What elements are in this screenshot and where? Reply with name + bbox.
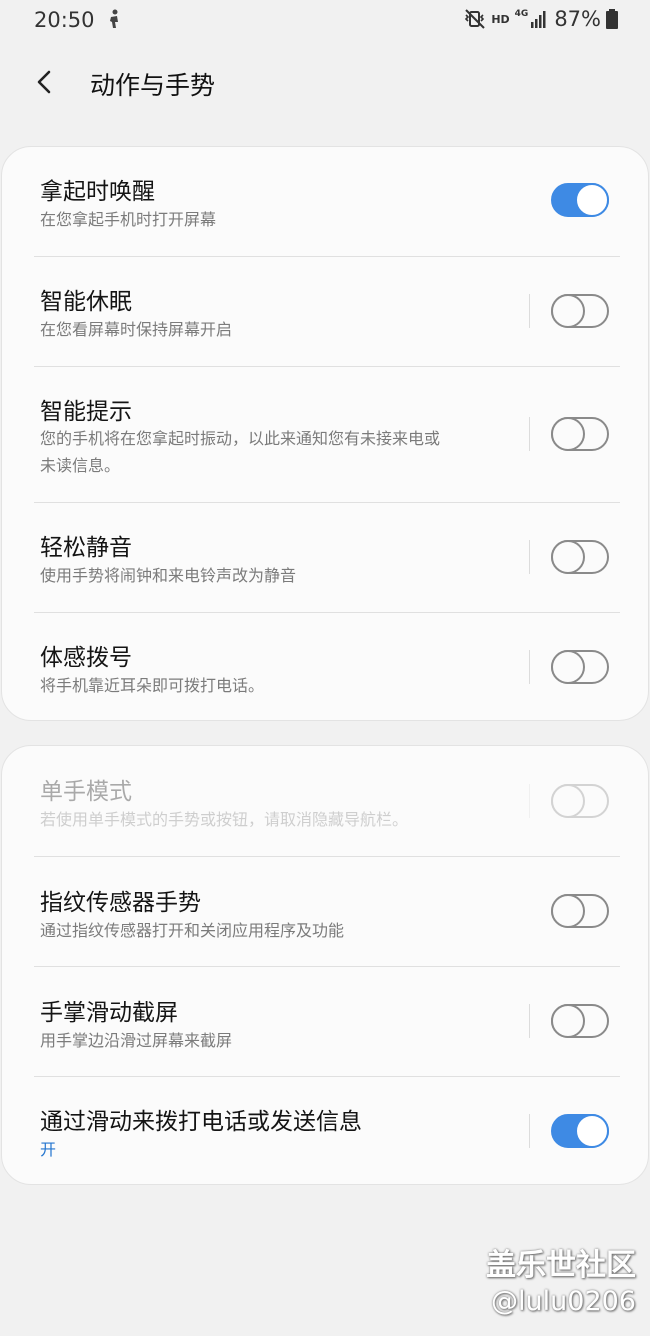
separator-line [529, 540, 530, 574]
direct-call-toggle[interactable] [551, 650, 609, 684]
hd-indicator: HD [491, 12, 510, 26]
separator-line [529, 294, 530, 328]
smart-alert-toggle[interactable] [551, 417, 609, 451]
setting-title: 体感拨号 [40, 645, 132, 671]
settings-card-other: 单手模式 若使用单手模式的手势或按钮，请取消隐藏导航栏。 指纹传感器手势 通过指… [1, 745, 649, 1185]
toggle-knob [551, 1004, 585, 1038]
setting-title: 通过滑动来拨打电话或发送信息 [40, 1109, 362, 1135]
setting-subtitle: 在您看屏幕时保持屏幕开启 [40, 320, 233, 339]
setting-lift-to-wake[interactable]: 拿起时唤醒 在您拿起手机时打开屏幕 [2, 147, 648, 257]
toggle-knob [551, 650, 585, 684]
toggle-knob [551, 894, 585, 928]
setting-title: 指纹传感器手势 [40, 890, 201, 916]
person-icon [110, 9, 118, 28]
setting-subtitle-line-1: 您的手机将在您拿起时振动，以此来通知您有未接来电或 [40, 429, 441, 448]
setting-title: 单手模式 [40, 779, 132, 805]
setting-easy-mute[interactable]: 轻松静音 使用手势将闹钟和来电铃声改为静音 [2, 503, 648, 613]
toggle-knob [551, 540, 585, 574]
toggle-knob [575, 183, 609, 217]
palm-swipe-capture-toggle[interactable] [551, 1004, 609, 1038]
easy-mute-toggle[interactable] [551, 540, 609, 574]
separator-line [529, 417, 530, 451]
vibrate-mute-icon [465, 9, 486, 29]
setting-subtitle-line-2: 未读信息。 [40, 456, 121, 475]
setting-subtitle: 使用手势将闹钟和来电铃声改为静音 [40, 566, 297, 585]
setting-finger-sensor-gestures[interactable]: 指纹传感器手势 通过指纹传感器打开和关闭应用程序及功能 [2, 857, 648, 966]
separator-line [529, 650, 530, 684]
battery-percent: 87% [554, 7, 601, 31]
network-type: 4G [514, 9, 529, 19]
watermark-community: 盖乐世社区 [486, 1248, 636, 1283]
battery-icon [606, 9, 618, 29]
setting-title: 拿起时唤醒 [40, 179, 155, 205]
setting-swipe-to-call[interactable]: 通过滑动来拨打电话或发送信息 开 [2, 1077, 648, 1184]
toggle-knob [551, 294, 585, 328]
setting-smart-stay[interactable]: 智能休眠 在您看屏幕时保持屏幕开启 [2, 257, 648, 367]
back-arrow-icon[interactable] [32, 68, 58, 96]
separator-line [529, 1004, 530, 1038]
setting-title: 智能提示 [40, 399, 132, 425]
finger-sensor-gestures-toggle[interactable] [551, 894, 609, 928]
separator-line [529, 1114, 530, 1148]
setting-subtitle: 在您拿起手机时打开屏幕 [40, 210, 217, 229]
lift-to-wake-toggle[interactable] [551, 183, 609, 217]
status-time: 20:50 [34, 8, 95, 32]
one-handed-mode-toggle [551, 784, 609, 818]
signal-icon [531, 11, 546, 28]
setting-title: 智能休眠 [40, 289, 132, 315]
toggle-knob [575, 1114, 609, 1148]
setting-subtitle: 通过指纹传感器打开和关闭应用程序及功能 [40, 921, 345, 940]
setting-status-on: 开 [40, 1140, 57, 1159]
settings-card-gestures: 拿起时唤醒 在您拿起手机时打开屏幕 智能休眠 在您看屏幕时保持屏幕开启 智能提示… [1, 146, 649, 721]
swipe-to-call-toggle[interactable] [551, 1114, 609, 1148]
page-title: 动作与手势 [90, 71, 216, 100]
watermark-user: @lulu0206 [491, 1286, 636, 1317]
status-bar: 20:50 HD 4G 87% [0, 0, 650, 40]
header: 动作与手势 [0, 60, 650, 106]
toggle-knob [551, 417, 585, 451]
setting-palm-swipe-capture[interactable]: 手掌滑动截屏 用手掌边沿滑过屏幕来截屏 [2, 967, 648, 1076]
smart-stay-toggle[interactable] [551, 294, 609, 328]
toggle-knob [551, 784, 585, 818]
setting-subtitle: 若使用单手模式的手势或按钮，请取消隐藏导航栏。 [40, 810, 409, 829]
setting-title: 手掌滑动截屏 [40, 1000, 178, 1026]
setting-subtitle: 将手机靠近耳朵即可拨打电话。 [40, 676, 265, 695]
setting-one-handed-mode: 单手模式 若使用单手模式的手势或按钮，请取消隐藏导航栏。 [2, 746, 648, 856]
setting-direct-call[interactable]: 体感拨号 将手机靠近耳朵即可拨打电话。 [2, 613, 648, 720]
status-indicators: HD 4G 87% [464, 6, 618, 32]
setting-subtitle: 用手掌边沿滑过屏幕来截屏 [40, 1031, 233, 1050]
setting-title: 轻松静音 [40, 535, 132, 561]
separator-line [529, 784, 530, 818]
setting-smart-alert[interactable]: 智能提示 您的手机将在您拿起时振动，以此来通知您有未接来电或 未读信息。 [2, 367, 648, 503]
